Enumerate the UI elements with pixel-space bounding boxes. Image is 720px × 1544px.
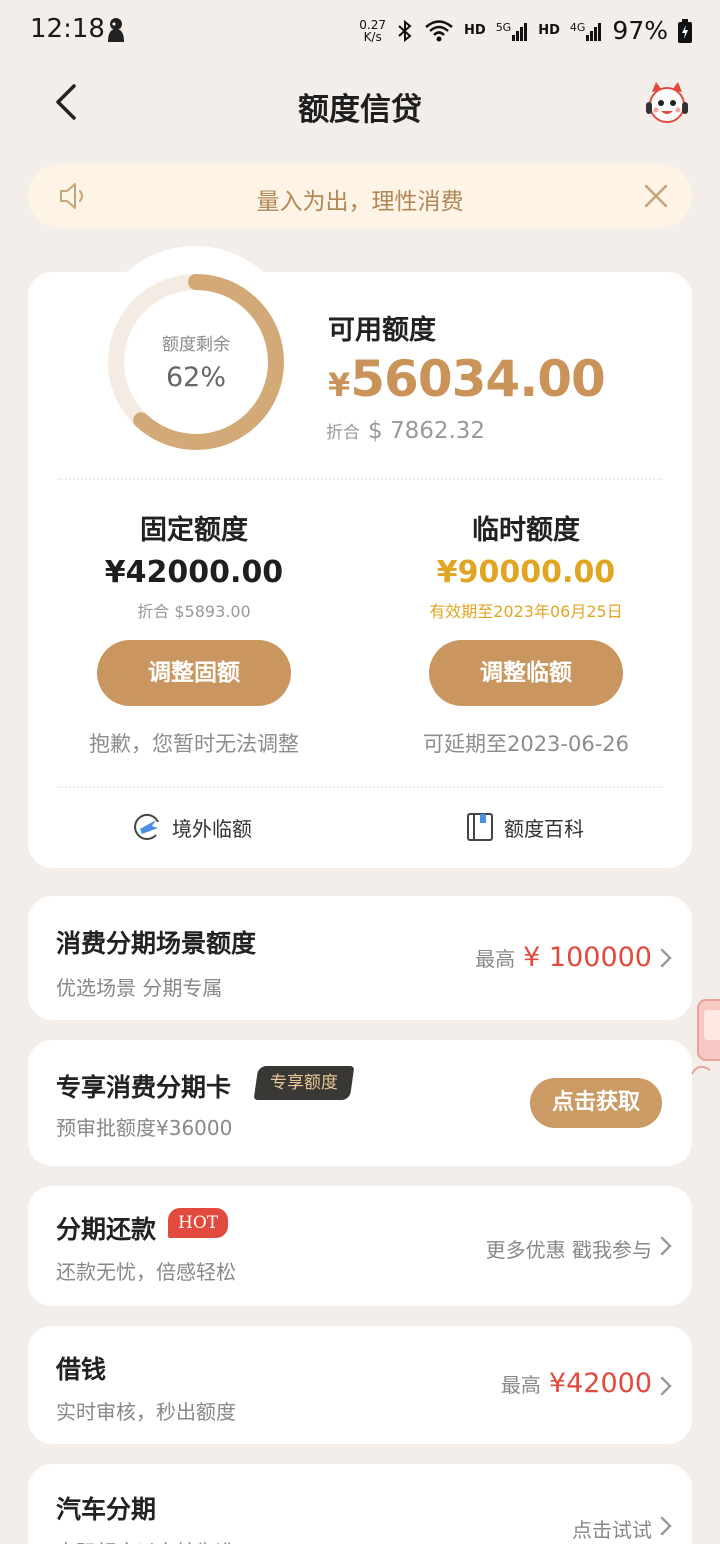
hd-indicator-2: HD <box>538 23 560 38</box>
list-item-title: 汽车分期 <box>56 1495 157 1524</box>
consumer-installment-card[interactable]: 消费分期场景额度 优选场景 分期专属 最高 ¥ 100000 <box>28 896 692 1020</box>
temporary-credit-title: 临时额度 <box>472 515 580 546</box>
ring-percent: 62% <box>165 362 226 393</box>
floating-promo-icon[interactable] <box>690 996 720 1086</box>
close-icon[interactable] <box>642 182 670 210</box>
list-item-subtitle: 预审批额度¥36000 <box>56 1116 233 1140</box>
net-speed: 0.27 K/s <box>359 19 386 43</box>
plane-globe-icon <box>134 813 159 840</box>
wifi-icon <box>425 19 453 41</box>
signal-4g-label: 4G <box>569 20 586 34</box>
notification-app-icon <box>108 18 124 42</box>
exclusive-tag-label: 专享额度 <box>270 1073 338 1093</box>
page-title: 额度信贷 <box>298 92 422 128</box>
temporary-credit-section: 临时额度 ¥90000.00 有效期至2023年06月25日 调整临额 可延期至… <box>376 508 676 758</box>
available-credit-title: 可用额度 <box>328 315 436 346</box>
exclusive-installment-card[interactable]: 专享消费分期卡 专享额度 预审批额度¥36000 点击获取 <box>28 1040 692 1166</box>
divider <box>58 478 662 480</box>
status-icons: 0.27 K/s HD 5G HD 4G 97% <box>359 16 692 45</box>
adjust-fixed-button[interactable]: 调整固额 <box>97 640 291 706</box>
net-speed-unit: K/s <box>363 29 382 44</box>
wiki-link-label: 额度百科 <box>504 816 584 841</box>
fixed-credit-note: 抱歉，您暂时无法调整 <box>89 732 299 756</box>
available-currency: ¥ <box>328 366 351 404</box>
list-item-title: 分期还款 <box>56 1215 157 1244</box>
list-item-action: 点击试试 <box>572 1514 652 1543</box>
limit-prefix: 最高 <box>475 947 516 971</box>
notice-text: 量入为出，理性消费 <box>256 189 464 215</box>
chevron-right-icon <box>660 948 672 968</box>
available-credit-amount: ¥56034.00 <box>328 350 606 408</box>
list-item-subtitle: 实时审核，秒出额度 <box>56 1400 236 1424</box>
status-time: 12:18 <box>30 14 105 44</box>
overseas-temp-credit-link[interactable]: 境外临额 <box>132 812 252 842</box>
chevron-right-icon <box>660 1376 672 1396</box>
conversion-prefix: 折合 <box>326 423 360 443</box>
available-conversion: 折合 $ 7862.32 <box>326 418 485 444</box>
bluetooth-icon <box>398 19 412 42</box>
battery-charging-icon <box>678 18 692 43</box>
limit-prefix: 最高 <box>500 1373 541 1397</box>
fixed-credit-amount: ¥42000.00 <box>104 555 284 590</box>
car-installment-card[interactable]: 汽车分期 实际额度以审核为准 点击试试 <box>28 1464 692 1544</box>
overseas-link-label: 境外临额 <box>172 816 252 841</box>
net-speed-value: 0.27 <box>359 17 387 32</box>
signal-5g-label: 5G <box>495 20 512 34</box>
list-item-title: 专享消费分期卡 <box>56 1073 232 1102</box>
ring-label: 额度剩余 <box>162 335 230 355</box>
fixed-credit-section: 固定额度 ¥42000.00 折合 $5893.00 调整固额 抱歉，您暂时无法… <box>44 508 344 758</box>
list-item-promo: 更多优惠 戳我参与 <box>486 1234 652 1263</box>
list-item-subtitle: 优选场景 分期专属 <box>56 976 223 1000</box>
status-bar: 12:18 0.27 K/s HD 5G HD 4G 97% <box>0 0 720 64</box>
limit-value: ¥ 100000 <box>523 942 652 973</box>
list-item-limit: 最高 ¥ 100000 <box>475 942 652 973</box>
book-icon <box>467 813 493 841</box>
divider <box>58 786 662 788</box>
mascot-assistant-icon[interactable] <box>644 80 690 126</box>
fixed-credit-conversion: 折合 $5893.00 <box>137 602 251 621</box>
chevron-right-icon <box>660 1236 672 1256</box>
list-item-limit: 最高 ¥42000 <box>501 1368 652 1399</box>
list-item-subtitle: 实际额度以审核为准 <box>56 1536 236 1544</box>
get-now-button[interactable]: 点击获取 <box>530 1078 662 1128</box>
list-item-title: 消费分期场景额度 <box>56 929 257 958</box>
list-item-title: 借钱 <box>56 1355 107 1384</box>
conversion-value: $ 7862.32 <box>368 418 486 444</box>
exclusive-tag: 专享额度 <box>253 1066 355 1100</box>
signal-5g-icon: 5G <box>496 21 529 41</box>
try-text: 点击试试 <box>572 1518 652 1542</box>
temporary-credit-validity: 有效期至2023年06月25日 <box>429 602 623 621</box>
temporary-credit-note: 可延期至2023-06-26 <box>422 732 630 756</box>
temporary-credit-amount: ¥90000.00 <box>436 555 616 590</box>
hot-badge: HOT <box>168 1208 229 1238</box>
limit-value: ¥42000 <box>548 1368 652 1399</box>
chevron-right-icon <box>660 1516 672 1536</box>
top-nav-bar: 额度信贷 <box>0 64 720 144</box>
borrow-money-card[interactable]: 借钱 实时审核，秒出额度 最高 ¥42000 <box>28 1326 692 1444</box>
available-amount-value: 56034.00 <box>350 350 606 408</box>
promo-text: 更多优惠 戳我参与 <box>485 1238 652 1262</box>
fixed-credit-title: 固定额度 <box>140 515 248 546</box>
hd-indicator: HD <box>464 23 486 38</box>
list-item-subtitle: 还款无忧，倍感轻松 <box>56 1260 236 1284</box>
notice-banner: 量入为出，理性消费 <box>28 164 692 228</box>
signal-4g-icon: 4G <box>570 21 603 41</box>
battery-level: 97% <box>612 16 668 45</box>
credit-wiki-link[interactable]: 额度百科 <box>466 812 584 842</box>
installment-repayment-card[interactable]: 分期还款 HOT 还款无忧，倍感轻松 更多优惠 戳我参与 <box>28 1186 692 1306</box>
adjust-temporary-button[interactable]: 调整临额 <box>429 640 623 706</box>
credit-limit-card: 额度剩余 62% 可用额度 ¥56034.00 折合 $ 7862.32 固定额度… <box>28 246 692 868</box>
